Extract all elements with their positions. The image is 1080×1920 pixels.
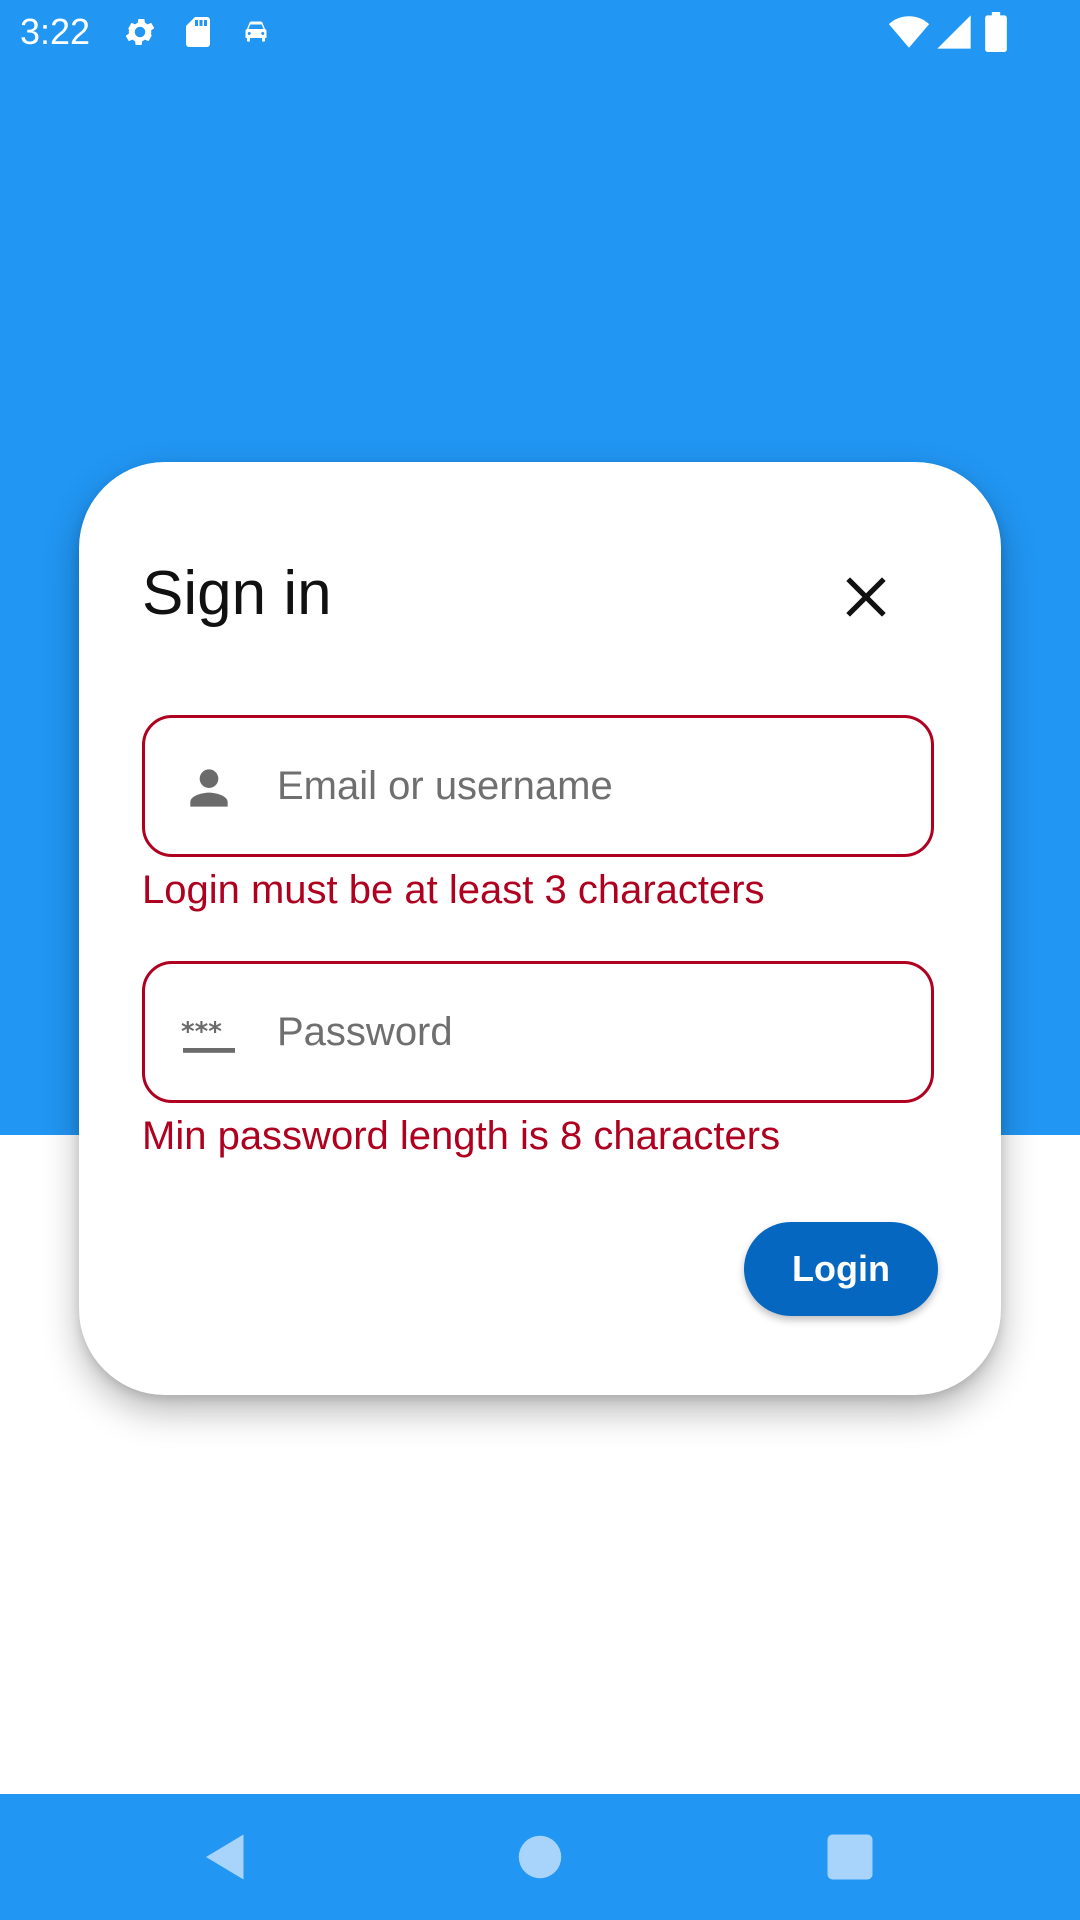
wifi-icon xyxy=(888,11,930,53)
gear-icon xyxy=(122,14,158,50)
password-input[interactable] xyxy=(277,964,897,1100)
home-button[interactable] xyxy=(510,1827,570,1887)
password-error-text: Min password length is 8 characters xyxy=(142,1114,781,1158)
car-icon xyxy=(238,14,274,50)
back-icon xyxy=(196,1827,256,1887)
svg-text:***: *** xyxy=(181,1017,222,1047)
close-button[interactable] xyxy=(831,562,901,632)
login-field[interactable] xyxy=(142,715,934,857)
status-bar: 3:22 xyxy=(0,0,1080,64)
password-icon: *** xyxy=(181,1006,237,1062)
login-error-text: Login must be at least 3 characters xyxy=(142,868,765,912)
home-icon xyxy=(510,1827,570,1887)
login-input[interactable] xyxy=(277,718,897,854)
cell-signal-icon xyxy=(934,12,974,52)
back-button[interactable] xyxy=(196,1827,256,1887)
recents-button[interactable] xyxy=(820,1827,880,1887)
status-time: 3:22 xyxy=(20,11,91,52)
sign-in-dialog: Sign in Login must be at least 3 charact… xyxy=(79,462,1001,1395)
navigation-bar xyxy=(0,1794,1080,1920)
sd-card-icon xyxy=(180,14,216,50)
close-icon xyxy=(842,573,890,621)
dialog-title: Sign in xyxy=(142,559,332,628)
battery-icon xyxy=(982,12,1010,52)
screen: 3:22 Sign in Email or username Login mus… xyxy=(0,0,1080,1920)
recents-icon xyxy=(820,1827,880,1887)
person-icon xyxy=(181,760,237,816)
login-button[interactable]: Login xyxy=(744,1222,938,1316)
password-field[interactable]: *** xyxy=(142,961,934,1103)
